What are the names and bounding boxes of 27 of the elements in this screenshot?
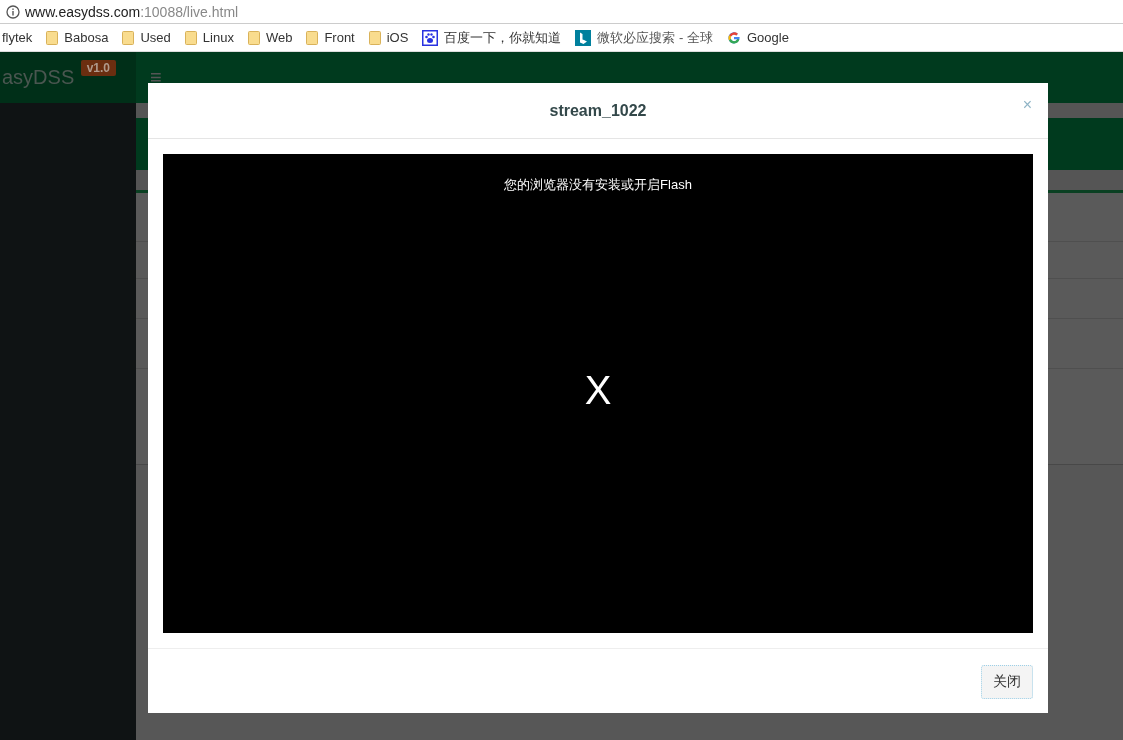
paw-icon: [422, 29, 439, 46]
bookmark-item[interactable]: Used: [122, 30, 171, 45]
bookmark-item[interactable]: Babosa: [46, 30, 109, 45]
folder-icon: [247, 30, 260, 45]
google-icon: [726, 30, 741, 45]
modal-title: stream_1022: [549, 101, 647, 120]
folder-icon: [46, 30, 59, 45]
bing-icon: [575, 29, 592, 46]
bookmark-item[interactable]: Front: [306, 30, 355, 45]
bookmark-item[interactable]: 百度一下，你就知道: [422, 28, 562, 47]
bookmark-item[interactable]: Web: [247, 30, 293, 45]
bookmark-item[interactable]: iOS: [368, 30, 409, 45]
app-logo: asyDSS: [2, 66, 75, 89]
bookmark-item[interactable]: Linux: [184, 30, 234, 45]
folder-icon: [184, 30, 197, 45]
info-icon[interactable]: [6, 4, 20, 19]
folder-icon: [122, 30, 135, 45]
bookmark-item[interactable]: 微软必应搜索 - 全球: [575, 28, 713, 47]
version-badge: v1.0: [80, 60, 116, 76]
flash-message: 您的浏览器没有安装或开启Flash: [504, 176, 692, 194]
folder-icon: [306, 30, 319, 45]
close-dialog-button[interactable]: 关闭: [981, 665, 1033, 699]
error-mark: X: [584, 368, 612, 413]
bookmark-item[interactable]: Google: [726, 30, 789, 45]
bookmark-item[interactable]: flytek: [2, 30, 33, 45]
folder-icon: [368, 30, 381, 45]
address-bar-url[interactable]: www.easydss.com:10088/live.html: [25, 3, 239, 20]
